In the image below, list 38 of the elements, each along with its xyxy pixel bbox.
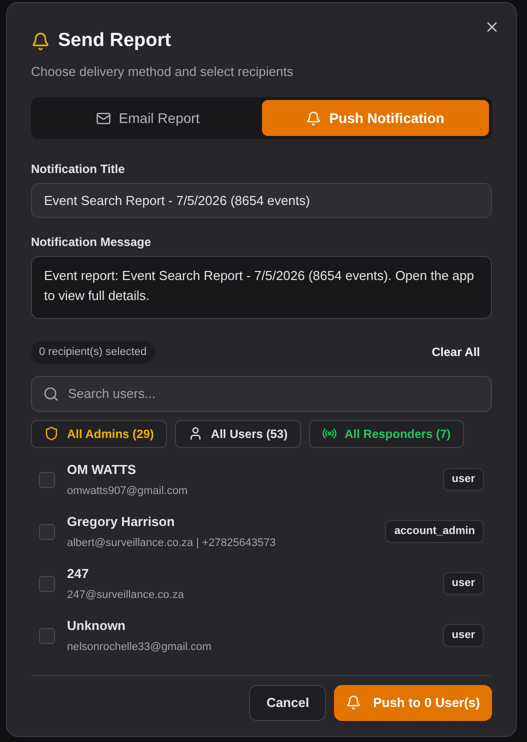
mail-icon (96, 110, 111, 126)
group-filter-button[interactable]: All Admins (29) (31, 420, 167, 448)
field-label: Notification Message (31, 234, 152, 251)
user-name: Unknown (67, 617, 126, 635)
group-filter-button[interactable]: All Users (53) (174, 420, 301, 448)
dialog-subtitle: Choose delivery method and select recipients (31, 62, 294, 81)
user-contact: omwatts907@gmail.com (67, 484, 189, 498)
dialog-title: Send Report (58, 29, 171, 53)
title-field[interactable]: Event Search Report - 7/5/2026 (8654 events) (31, 183, 492, 218)
role-badge: user (442, 624, 484, 647)
recipient-count-badge: 0 recipient(s) selected (31, 341, 155, 364)
user-checkbox[interactable] (39, 628, 55, 644)
broadcast-icon (322, 426, 337, 441)
user-checkbox[interactable] (39, 472, 55, 488)
cancel-button[interactable]: Cancel (249, 684, 326, 720)
user-contact: 247@surveillance.co.za (67, 588, 185, 602)
role-badge: user (442, 572, 484, 595)
user-contact: albert@surveillance.co.za | +27825643573 (67, 536, 277, 550)
user-name: Gregory Harrison (67, 513, 176, 531)
user-name: 247 (67, 565, 90, 583)
bell-icon (346, 695, 362, 710)
message-field[interactable]: Event report: Event Search Report - 7/5/2026 (8654 events). Open the app to view full details. (31, 256, 492, 319)
role-badge: account_admin (385, 520, 484, 543)
shield-icon (44, 426, 59, 441)
group-filter-button[interactable]: All Responders (7) (308, 420, 464, 448)
role-badge: user (442, 468, 484, 491)
search-field[interactable]: Search users... (31, 376, 492, 412)
bell-icon (306, 110, 322, 126)
bell-icon (31, 32, 50, 51)
user-icon (188, 426, 203, 441)
user-contact: nelsonrochelle33@gmail.com (67, 640, 212, 654)
delivery-tab[interactable]: Email Report (34, 100, 262, 136)
user-name: OM WATTS (67, 461, 138, 479)
clear-all-button[interactable]: Clear All (432, 343, 492, 362)
user-checkbox[interactable] (39, 576, 55, 592)
user-checkbox[interactable] (39, 524, 55, 540)
search-icon (43, 386, 59, 402)
field-label: Notification Title (31, 161, 126, 178)
